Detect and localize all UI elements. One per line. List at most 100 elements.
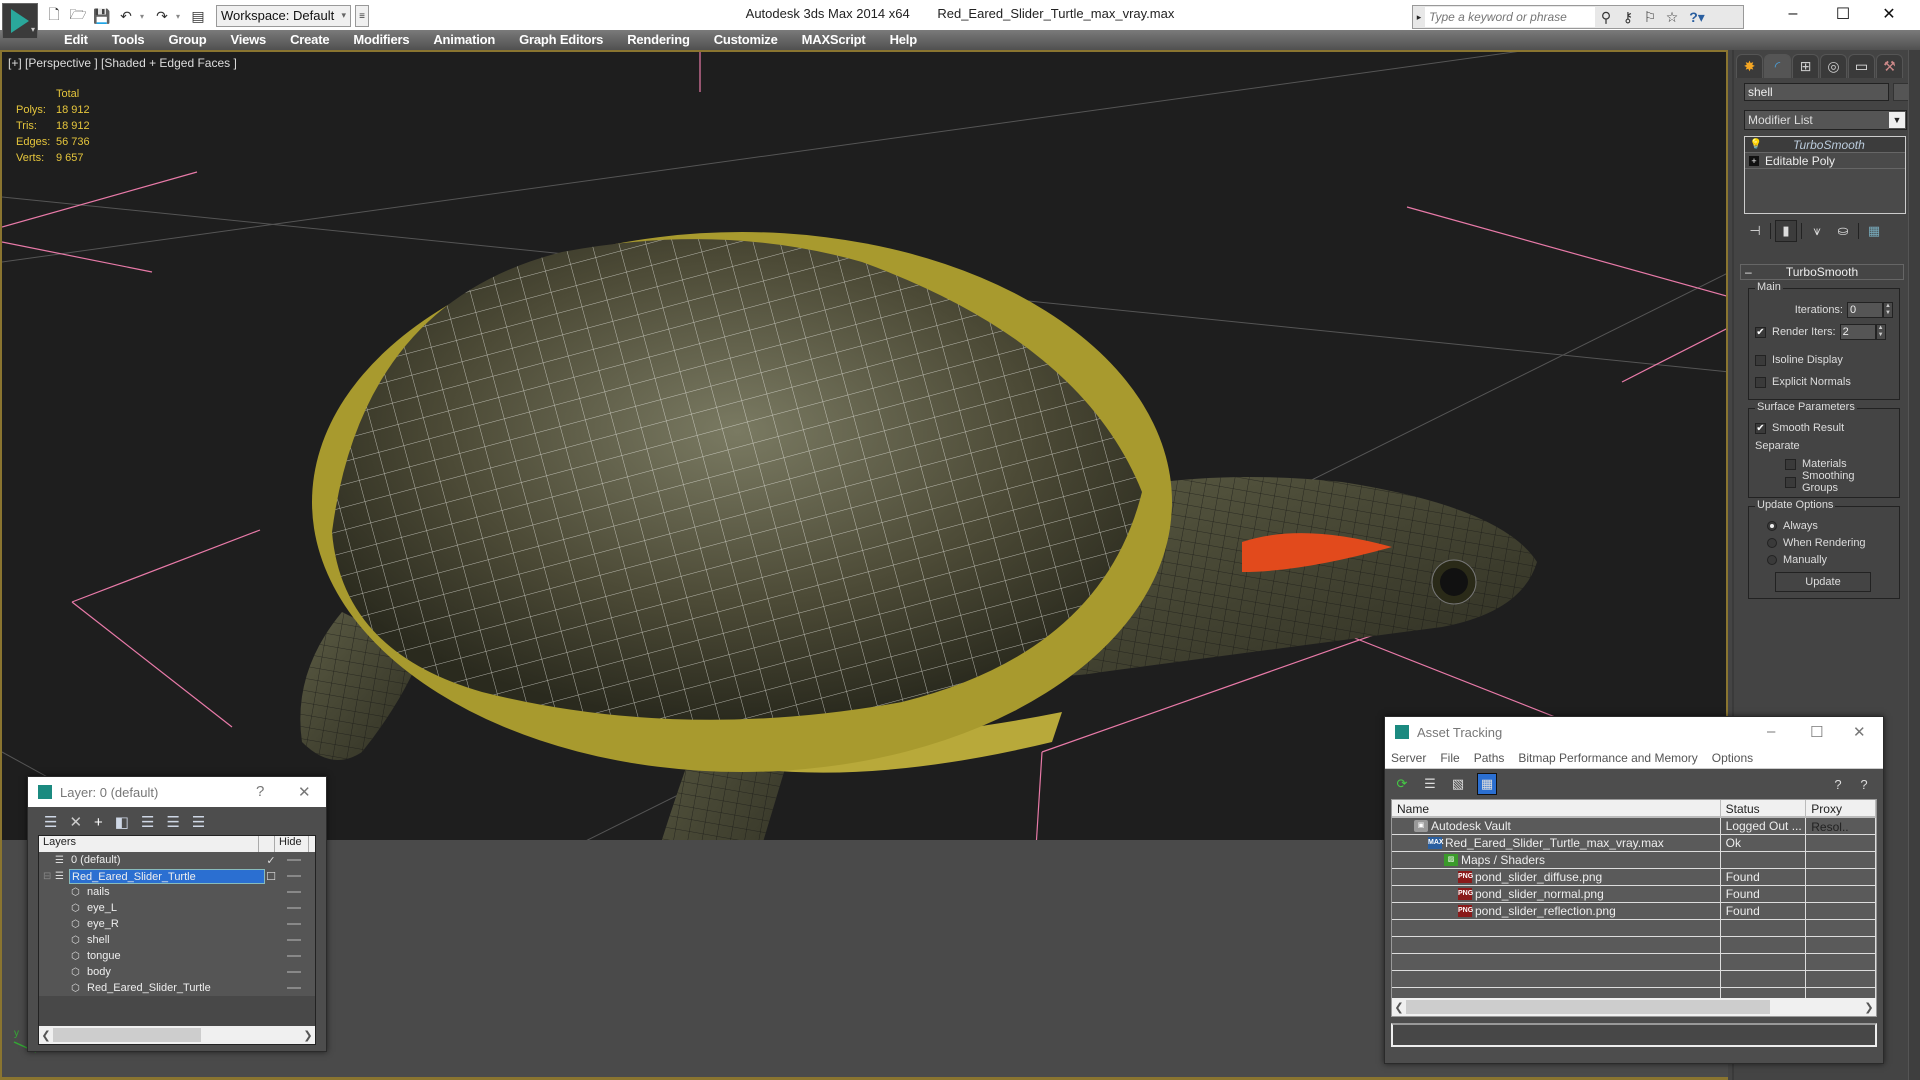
asset-row[interactable]: ▨ Maps / Shaders (1392, 852, 1876, 869)
hierarchy-tab-icon[interactable]: ⊞ (1792, 54, 1819, 78)
iterations-spinner[interactable]: 0 (1847, 302, 1883, 318)
object-row[interactable]: ⬡ tongue (39, 948, 315, 964)
collapse-icon[interactable]: ⊟ (43, 871, 55, 882)
app-menu-button[interactable]: ▾ (2, 3, 38, 39)
help-offline-icon[interactable]: ? (1855, 775, 1873, 793)
undo-dropdown-icon[interactable]: ▾ (140, 12, 148, 21)
column-hide[interactable]: Hide (275, 836, 309, 852)
asset-row[interactable]: PNG pond_slider_normal.png Found (1392, 886, 1876, 903)
update-button[interactable]: Update (1775, 572, 1871, 592)
materials-checkbox[interactable] (1785, 458, 1796, 470)
make-unique-icon[interactable]: ⩛ (1806, 220, 1828, 242)
menu-graph-editors[interactable]: Graph Editors (507, 30, 615, 50)
hide-toggle[interactable] (287, 987, 301, 989)
minimize-button[interactable]: – (1767, 723, 1775, 740)
customize-toolbar-button[interactable]: ≡ (355, 5, 369, 27)
rollout-header[interactable]: – TurboSmooth (1740, 264, 1904, 280)
tree-view-icon[interactable]: ▧ (1449, 775, 1467, 793)
list-view-icon[interactable]: ☰ (1421, 775, 1439, 793)
undo-icon[interactable]: ↶ (116, 7, 136, 25)
hide-toggle[interactable] (287, 891, 301, 893)
scroll-left-icon[interactable]: ❮ (1392, 1001, 1406, 1014)
menu-tools[interactable]: Tools (100, 30, 157, 50)
help-search-input[interactable] (1425, 7, 1595, 27)
column-proxy-resolution[interactable]: Proxy Resol.. (1806, 800, 1876, 834)
menu-bitmap-performance[interactable]: Bitmap Performance and Memory (1518, 751, 1697, 765)
viewport-label[interactable]: [+] [Perspective ] [Shaded + Edged Faces… (8, 56, 237, 70)
help-button[interactable]: ? (256, 783, 264, 800)
dialog-title-bar[interactable]: Layer: 0 (default) ? ✕ (28, 777, 326, 807)
create-tab-icon[interactable]: ✸ (1736, 54, 1763, 78)
menu-file[interactable]: File (1440, 751, 1459, 765)
pin-stack-icon[interactable]: ⊣ (1744, 220, 1766, 242)
menu-maxscript[interactable]: MAXScript (790, 30, 878, 50)
satellite-icon[interactable]: ⚐ (1639, 9, 1661, 26)
spinner-arrows-icon[interactable]: ▲ ▼ (1875, 324, 1886, 340)
object-row[interactable]: ⬡ shell (39, 932, 315, 948)
current-layer-checkbox[interactable]: ☐ (265, 870, 277, 883)
scroll-right-icon[interactable]: ❯ (1862, 1001, 1876, 1014)
menu-rendering[interactable]: Rendering (615, 30, 701, 50)
stack-item-editable-poly[interactable]: + Editable Poly (1745, 153, 1905, 169)
expand-arrow-icon[interactable]: ▸ (1413, 12, 1425, 23)
smoothing-groups-checkbox[interactable] (1785, 476, 1796, 488)
refresh-icon[interactable]: ⟳ (1393, 775, 1411, 793)
hide-toggle[interactable] (287, 971, 301, 973)
key-icon[interactable]: ⚷ (1617, 9, 1639, 26)
object-row[interactable]: ⬡ eye_L (39, 900, 315, 916)
utilities-tab-icon[interactable]: ⚒ (1876, 54, 1903, 78)
current-layer-checkmark-icon[interactable]: ✓ (265, 854, 277, 867)
menu-modifiers[interactable]: Modifiers (341, 30, 421, 50)
scrollbar-thumb[interactable] (53, 1028, 201, 1042)
minimize-button[interactable]: – (1770, 0, 1816, 28)
asset-path-field[interactable] (1391, 1023, 1877, 1047)
add-to-layer-icon[interactable]: + (94, 814, 103, 831)
scrollbar-thumb[interactable] (1406, 1000, 1770, 1014)
manually-radio[interactable] (1767, 554, 1777, 565)
column-current[interactable] (259, 836, 275, 852)
column-status[interactable]: Status (1721, 800, 1807, 816)
when-rendering-radio[interactable] (1767, 537, 1777, 548)
hide-toggle[interactable] (287, 955, 301, 957)
layer-row[interactable]: ☰ 0 (default) ✓ (39, 852, 315, 868)
column-layers[interactable]: Layers (39, 836, 259, 852)
menu-animation[interactable]: Animation (421, 30, 507, 50)
object-name-input[interactable] (1744, 83, 1889, 101)
scroll-right-icon[interactable]: ❯ (301, 1029, 315, 1042)
render-iters-spinner[interactable]: 2 (1839, 324, 1876, 340)
menu-help[interactable]: Help (878, 30, 929, 50)
delete-layer-icon[interactable]: ✕ (69, 813, 82, 831)
object-row[interactable]: ⬡ Red_Eared_Slider_Turtle (39, 980, 315, 996)
explicit-normals-checkbox[interactable] (1755, 376, 1766, 388)
star-icon[interactable]: ☆ (1661, 9, 1683, 26)
menu-create[interactable]: Create (278, 30, 341, 50)
modifier-list-dropdown[interactable]: Modifier List ▼ (1744, 110, 1907, 130)
motion-tab-icon[interactable]: ◎ (1820, 54, 1847, 78)
hide-toggle[interactable] (287, 907, 301, 909)
table-view-icon[interactable]: ▦ (1477, 773, 1497, 795)
freeze-layer-icon[interactable]: ☰ (192, 813, 205, 831)
layer-row[interactable]: ⊟ ☰ Red_Eared_Slider_Turtle ☐ (39, 868, 315, 884)
configure-modifier-sets-icon[interactable]: ▦ (1863, 220, 1885, 242)
help-online-icon[interactable]: ? (1829, 775, 1847, 793)
project-folder-icon[interactable]: ▤ (188, 7, 208, 25)
isoline-display-checkbox[interactable] (1755, 354, 1766, 366)
modify-tab-icon[interactable]: ◜ (1764, 54, 1791, 78)
menu-paths[interactable]: Paths (1474, 751, 1505, 765)
close-button[interactable]: ✕ (298, 783, 311, 801)
menu-group[interactable]: Group (156, 30, 218, 50)
menu-edit[interactable]: Edit (52, 30, 100, 50)
asset-row[interactable]: PNG pond_slider_diffuse.png Found (1392, 869, 1876, 886)
save-icon[interactable]: 💾 (92, 7, 112, 25)
new-file-icon[interactable]: 🗋 (44, 6, 64, 25)
workspace-dropdown[interactable]: Workspace: Default ▾ (216, 5, 351, 27)
asset-row[interactable]: PNG pond_slider_reflection.png Found (1392, 903, 1876, 920)
asset-horizontal-scrollbar[interactable]: ❮ ❯ (1392, 998, 1876, 1016)
redo-dropdown-icon[interactable]: ▾ (176, 12, 184, 21)
remove-modifier-icon[interactable]: ⛀ (1832, 220, 1854, 242)
render-iters-checkbox[interactable]: ✔ (1755, 326, 1766, 338)
menu-options[interactable]: Options (1712, 751, 1753, 765)
column-name[interactable]: Name (1392, 800, 1721, 816)
layer-horizontal-scrollbar[interactable]: ❮ ❯ (39, 1026, 315, 1044)
maximize-button[interactable]: ☐ (1810, 723, 1823, 741)
